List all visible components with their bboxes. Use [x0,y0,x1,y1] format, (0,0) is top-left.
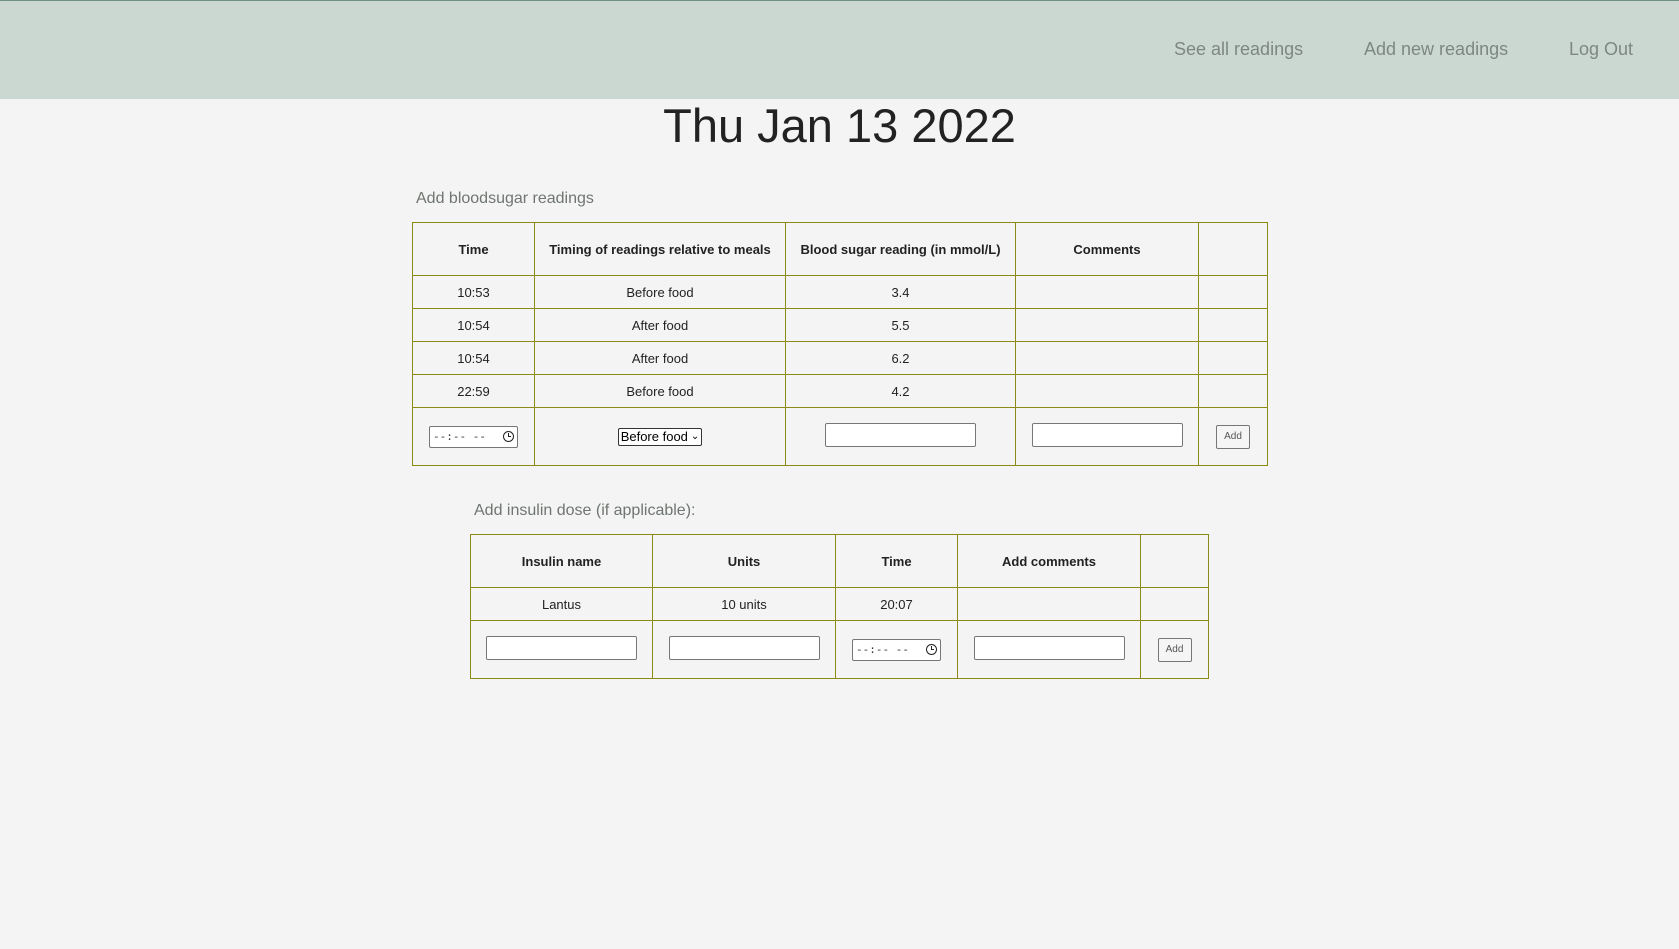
page-title-date: Thu Jan 13 2022 [663,99,1016,152]
cell-time: 10:54 [412,341,535,375]
cell-units: 10 units [652,587,836,621]
table-row: 22:59 Before food 4.2 [412,374,1268,408]
cell-comments [1015,374,1199,408]
cell-insulin-name: Lantus [470,587,653,621]
time-cell: --:-- -- [835,620,958,679]
cell-time: 20:07 [835,587,958,621]
cell-comments [1015,275,1199,309]
column-header-timing: Timing of readings relative to meals [534,222,786,276]
insulin-comments-input[interactable] [973,636,1125,660]
cell-empty [1140,587,1209,621]
clock-icon[interactable] [926,644,937,655]
cell-reading: 5.5 [785,308,1016,342]
table-row: 10:54 After food 5.5 [412,308,1268,342]
table-header-row: Insulin name Units Time Add comments [470,534,1209,588]
chevron-down-icon: ⌄ [690,431,700,442]
add-insulin-button[interactable]: Add [1157,637,1192,662]
cell-empty [1198,275,1268,309]
cell-timing: Before food [534,374,786,408]
top-navbar: See all readings Add new readings Log Ou… [0,0,1679,99]
time-placeholder: --:-- -- [856,643,909,656]
cell-empty [1198,374,1268,408]
comments-cell [957,620,1141,679]
reading-cell [785,407,1016,466]
column-header-add-comments: Add comments [957,534,1141,588]
input-row: --:-- -- Before food ⌄ Add [412,407,1268,466]
cell-time: 10:53 [412,275,535,309]
column-header-action [1198,222,1268,276]
column-header-time: Time [412,222,535,276]
input-row: --:-- -- Add [470,620,1209,679]
table-row: Lantus 10 units 20:07 [470,587,1209,621]
cell-comments [957,587,1141,621]
bloodsugar-section-label: Add bloodsugar readings [416,190,594,207]
reading-time-input[interactable]: --:-- -- [429,425,518,448]
cell-timing: Before food [534,275,786,309]
nav-add-new-readings[interactable]: Add new readings [1364,39,1508,60]
cell-reading: 3.4 [785,275,1016,309]
timing-select-value: Before food [620,429,688,444]
add-reading-button[interactable]: Add [1216,424,1250,449]
comments-cell [1015,407,1199,466]
column-header-insulin-name: Insulin name [470,534,653,588]
timing-select[interactable]: Before food ⌄ [617,427,703,446]
column-header-comments: Comments [1015,222,1199,276]
time-cell: --:-- -- [412,407,535,466]
cell-empty [1198,308,1268,342]
column-header-time: Time [835,534,958,588]
action-cell: Add [1140,620,1209,679]
cell-empty [1198,341,1268,375]
cell-time: 10:54 [412,308,535,342]
clock-icon[interactable] [503,431,514,442]
units-cell [652,620,836,679]
cell-reading: 6.2 [785,341,1016,375]
cell-comments [1015,308,1199,342]
column-header-action [1140,534,1209,588]
cell-comments [1015,341,1199,375]
cell-timing: After food [534,308,786,342]
insulin-time-input[interactable]: --:-- -- [852,638,941,661]
table-row: 10:53 Before food 3.4 [412,275,1268,309]
reading-comments-input[interactable] [1031,423,1183,447]
insulin-section-label: Add insulin dose (if applicable): [474,502,696,519]
column-header-units: Units [652,534,836,588]
table-header-row: Time Timing of readings relative to meal… [412,222,1268,276]
nav-see-all-readings[interactable]: See all readings [1174,39,1303,60]
timing-cell: Before food ⌄ [534,407,786,466]
insulin-table: Insulin name Units Time Add comments Lan… [470,534,1209,679]
table-row: 10:54 After food 6.2 [412,341,1268,375]
cell-reading: 4.2 [785,374,1016,408]
insulin-units-input[interactable] [668,636,820,660]
action-cell: Add [1198,407,1268,466]
insulin-name-cell [470,620,653,679]
column-header-reading: Blood sugar reading (in mmol/L) [785,222,1016,276]
insulin-name-input[interactable] [486,636,637,660]
cell-time: 22:59 [412,374,535,408]
reading-value-input[interactable] [825,423,976,447]
cell-timing: After food [534,341,786,375]
nav-log-out[interactable]: Log Out [1569,39,1633,60]
bloodsugar-table: Time Timing of readings relative to meal… [412,222,1268,466]
time-placeholder: --:-- -- [433,430,486,443]
